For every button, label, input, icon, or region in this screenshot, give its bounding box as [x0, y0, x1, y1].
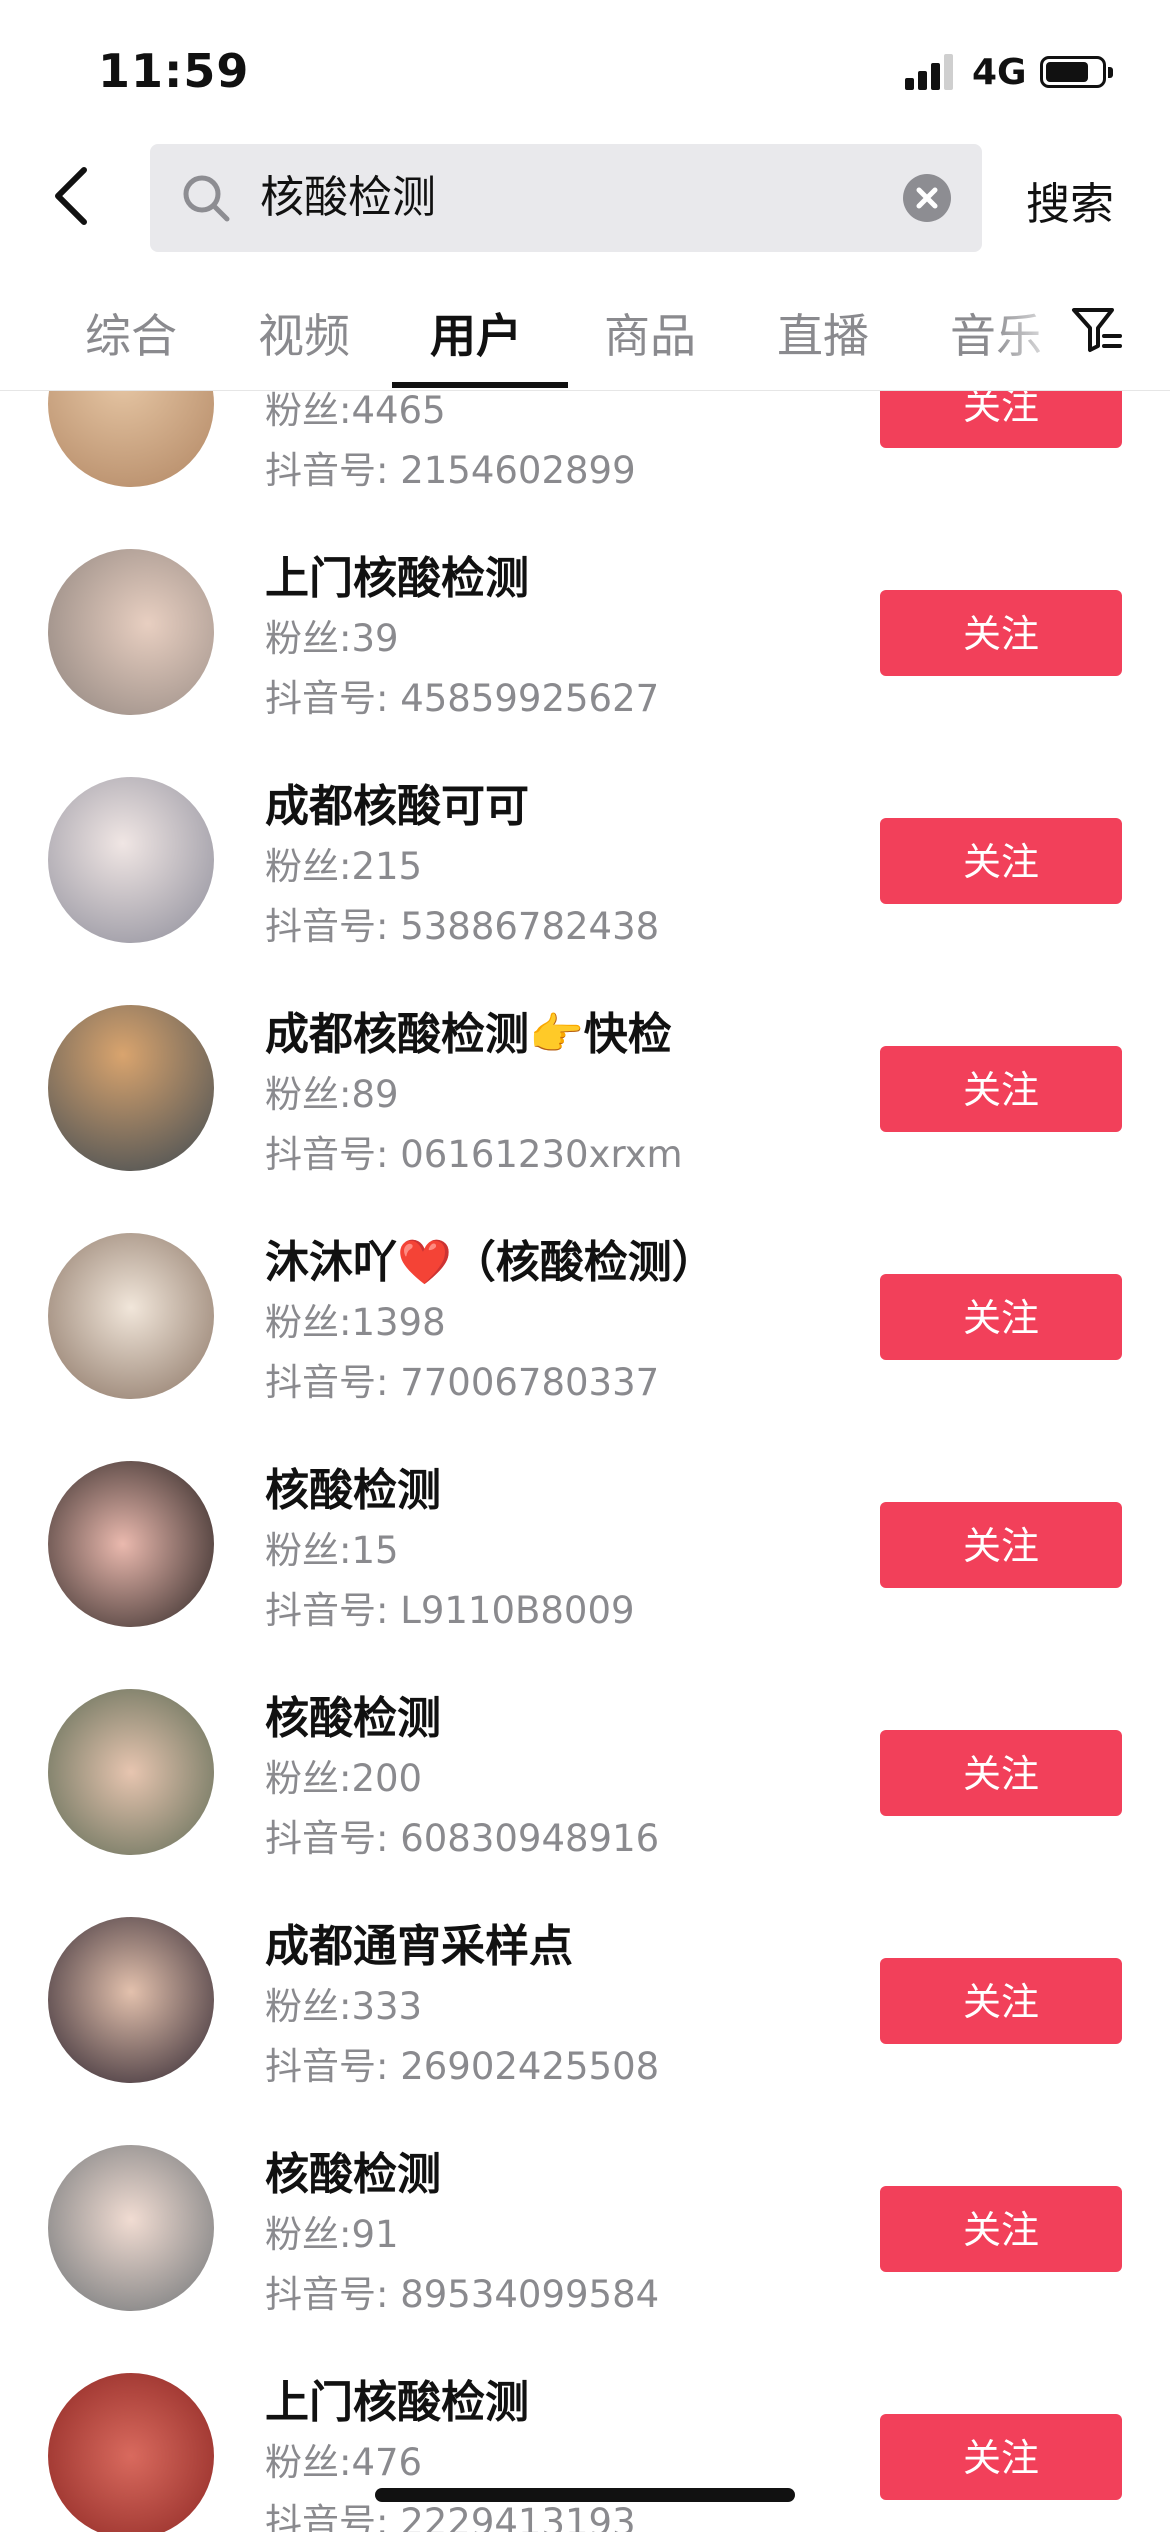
douyin-id: 抖音号: 26902425508: [265, 2045, 660, 2088]
user-name: 核酸检测: [265, 1465, 441, 1516]
fans-count: 粉丝:1398: [265, 1301, 446, 1344]
douyin-id: 抖音号: 60830948916: [265, 1817, 660, 1860]
avatar[interactable]: [48, 1917, 214, 2083]
user-row[interactable]: 核酸检测 粉丝:91 抖音号: 89534099584 关注: [0, 2100, 1170, 2328]
network-type: 4G: [972, 52, 1027, 93]
user-name: 核酸检测: [265, 1693, 441, 1744]
douyin-id: 抖音号: L9110B8009: [265, 1589, 635, 1632]
search-input[interactable]: 核酸检测: [260, 168, 436, 228]
user-row[interactable]: 成都通宵采样点 粉丝:333 抖音号: 26902425508 关注: [0, 1872, 1170, 2100]
avatar[interactable]: [48, 2373, 214, 2532]
user-name: 成都核酸检测👉快检: [265, 1009, 672, 1060]
follow-button[interactable]: 关注: [880, 2186, 1122, 2272]
user-list: 粉丝:4465 抖音号: 2154602899 关注 上门核酸检测 粉丝:39 …: [0, 391, 1170, 2532]
user-row[interactable]: 沐沐吖❤️（核酸检测） 粉丝:1398 抖音号: 77006780337 关注: [0, 1188, 1170, 1416]
follow-button[interactable]: 关注: [880, 1046, 1122, 1132]
douyin-id: 抖音号: 45859925627: [265, 677, 660, 720]
user-name: 上门核酸检测: [265, 553, 529, 604]
follow-button[interactable]: 关注: [880, 2414, 1122, 2500]
user-name: 核酸检测: [265, 2149, 441, 2200]
fans-count: 粉丝:15: [265, 1529, 399, 1572]
avatar[interactable]: [48, 1005, 214, 1171]
user-row[interactable]: 粉丝:4465 抖音号: 2154602899 关注: [0, 391, 1170, 504]
user-row[interactable]: 核酸检测 粉丝:15 抖音号: L9110B8009 关注: [0, 1416, 1170, 1644]
tab-bar: 综合 视频 用户 商品 直播 音乐: [0, 290, 1170, 391]
avatar[interactable]: [48, 1233, 214, 1399]
fans-count: 粉丝:91: [265, 2213, 399, 2256]
tab-product[interactable]: 商品: [604, 300, 696, 366]
fans-count: 粉丝:215: [265, 845, 423, 888]
user-name: 上门核酸检测: [265, 2377, 529, 2428]
tab-live[interactable]: 直播: [777, 300, 869, 366]
filter-icon[interactable]: [1068, 302, 1124, 358]
douyin-id: 抖音号: 77006780337: [265, 1361, 660, 1404]
active-tab-indicator: [392, 382, 568, 388]
search-icon: [183, 175, 230, 222]
avatar[interactable]: [48, 1461, 214, 1627]
user-row[interactable]: 成都核酸可可 粉丝:215 抖音号: 53886782438 关注: [0, 732, 1170, 960]
back-button[interactable]: [44, 158, 104, 234]
fans-count: 粉丝:39: [265, 617, 399, 660]
follow-button[interactable]: 关注: [880, 818, 1122, 904]
avatar[interactable]: [48, 2145, 214, 2311]
user-name: 沐沐吖❤️（核酸检测）: [265, 1237, 716, 1288]
fans-count: 粉丝:4465: [265, 391, 446, 432]
douyin-id: 抖音号: 89534099584: [265, 2273, 660, 2316]
user-name: 成都通宵采样点: [265, 1921, 573, 1972]
battery-icon: [1040, 56, 1113, 88]
follow-button[interactable]: 关注: [880, 1274, 1122, 1360]
tab-video[interactable]: 视频: [258, 300, 350, 366]
douyin-id: 抖音号: 53886782438: [265, 905, 660, 948]
user-row[interactable]: 上门核酸检测 粉丝:39 抖音号: 45859925627 关注: [0, 504, 1170, 732]
douyin-id: 抖音号: 2154602899: [265, 449, 636, 492]
user-row[interactable]: 成都核酸检测👉快检 粉丝:89 抖音号: 06161230xrxm 关注: [0, 960, 1170, 1188]
follow-button[interactable]: 关注: [880, 391, 1122, 448]
douyin-id: 抖音号: 06161230xrxm: [265, 1133, 683, 1176]
clear-icon[interactable]: [903, 174, 951, 222]
tab-user[interactable]: 用户: [430, 300, 522, 366]
user-row[interactable]: 核酸检测 粉丝:200 抖音号: 60830948916 关注: [0, 1644, 1170, 1872]
home-indicator[interactable]: [375, 2488, 795, 2502]
fans-count: 粉丝:476: [265, 2441, 423, 2484]
search-button[interactable]: 搜索: [1026, 168, 1114, 232]
avatar[interactable]: [48, 549, 214, 715]
search-box[interactable]: 核酸检测: [150, 144, 982, 252]
avatar[interactable]: [48, 777, 214, 943]
follow-button[interactable]: 关注: [880, 1502, 1122, 1588]
fans-count: 粉丝:89: [265, 1073, 399, 1116]
signal-icon: [905, 54, 955, 90]
status-bar: 11:59 4G: [0, 0, 1170, 140]
tab-fade: [990, 290, 1070, 380]
follow-button[interactable]: 关注: [880, 1958, 1122, 2044]
fans-count: 粉丝:200: [265, 1757, 423, 1800]
status-time: 11:59: [98, 44, 250, 98]
chevron-left-icon: [55, 167, 87, 225]
tab-comprehensive[interactable]: 综合: [85, 300, 177, 366]
avatar[interactable]: [48, 1689, 214, 1855]
follow-button[interactable]: 关注: [880, 1730, 1122, 1816]
follow-button[interactable]: 关注: [880, 590, 1122, 676]
avatar[interactable]: [48, 391, 214, 487]
user-name: 成都核酸可可: [265, 781, 529, 832]
fans-count: 粉丝:333: [265, 1985, 423, 2028]
